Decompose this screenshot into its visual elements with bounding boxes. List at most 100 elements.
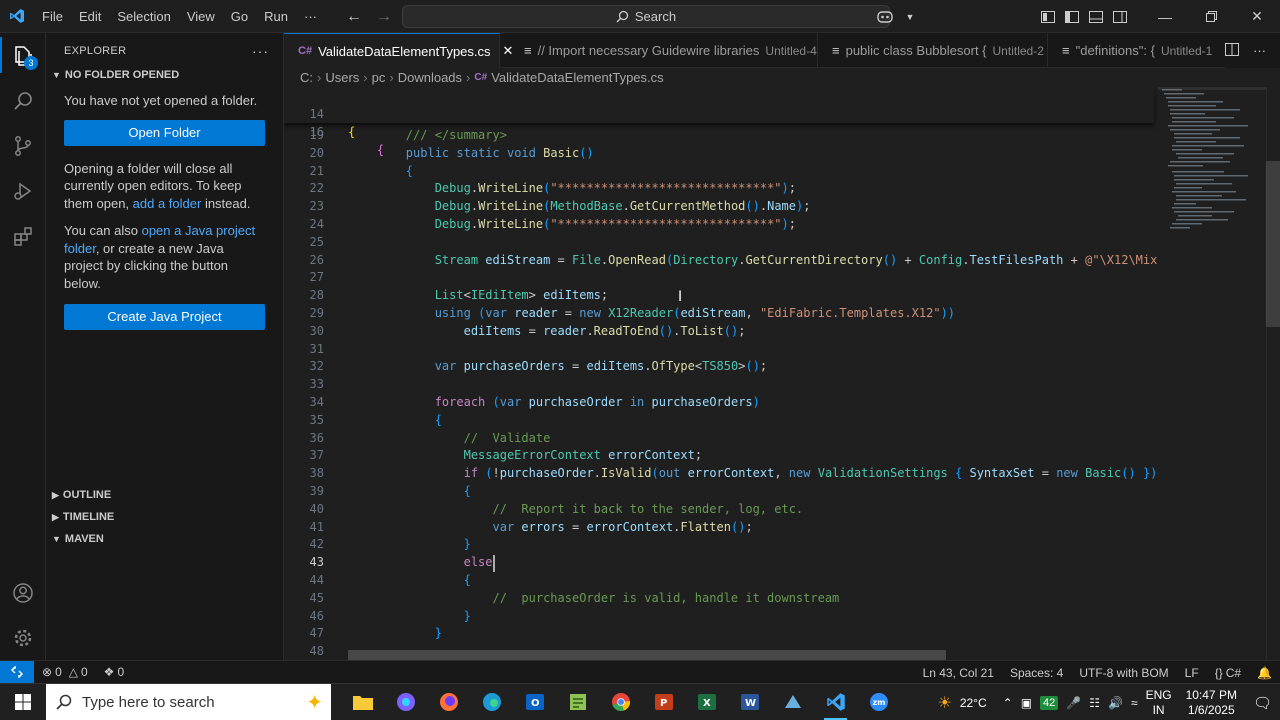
vscode-taskbar-icon[interactable] (814, 684, 857, 720)
code-line[interactable]: 41 var errors = errorContext.Flatten(); (284, 518, 1154, 536)
notifications-icon[interactable]: 🗨 (1253, 694, 1272, 712)
customize-layout-icon[interactable] (1036, 0, 1060, 33)
end-of-line[interactable]: LF (1177, 666, 1207, 680)
code-line[interactable]: 40 // Report it back to the sender, log,… (284, 500, 1154, 518)
tray-badge[interactable]: 42 (1040, 695, 1059, 710)
code-line[interactable]: 25 (284, 233, 1154, 251)
sticky-line[interactable]: 16 { (284, 105, 1154, 157)
menu-run[interactable]: Run (256, 0, 296, 33)
account-icon[interactable] (0, 570, 46, 615)
code-line[interactable]: 37 MessageErrorContext errorContext; (284, 446, 1154, 464)
editor-more-actions-icon[interactable]: ··· (1253, 43, 1266, 58)
more-actions-icon[interactable]: ··· (252, 43, 269, 59)
code-line[interactable]: 27 (284, 268, 1154, 286)
toggle-secondary-sidebar-icon[interactable] (1108, 0, 1132, 33)
add-folder-link[interactable]: add a folder (133, 196, 202, 211)
code-line[interactable]: 45 // purchaseOrder is valid, handle it … (284, 589, 1154, 607)
toggle-primary-sidebar-icon[interactable] (1060, 0, 1084, 33)
no-folder-section-header[interactable]: ▼ NO FOLDER OPENED (46, 68, 283, 82)
command-center-search[interactable]: Search (402, 5, 890, 28)
file-explorer-icon[interactable] (341, 684, 384, 720)
tab-untitled-1[interactable]: ≡ "definitions": { Untitled-1 (1048, 33, 1228, 68)
close-window-button[interactable]: ✕ (1234, 0, 1280, 33)
cursor-position[interactable]: Ln 43, Col 21 (915, 666, 1002, 680)
code-line[interactable]: 38 if (!purchaseOrder.IsValid(out errorC… (284, 464, 1158, 482)
code-line[interactable]: 32 var purchaseOrders = ediItems.OfType<… (284, 357, 1154, 375)
breadcrumb-item[interactable]: C: (300, 70, 313, 85)
vertical-scrollbar-thumb[interactable] (1266, 161, 1280, 327)
breadcrumb-item[interactable]: Users (325, 70, 359, 85)
minimap[interactable] (1158, 87, 1268, 660)
run-debug-icon[interactable] (0, 168, 46, 213)
network-icon[interactable]: ☷ (1089, 696, 1100, 710)
tab-validate-data-element-types[interactable]: C# ValidateDataElementTypes.cs ✕ (284, 33, 513, 68)
timeline-section-header[interactable]: ▶ TIMELINE (46, 506, 284, 528)
source-control-icon[interactable] (0, 123, 46, 168)
menu-edit[interactable]: Edit (71, 0, 109, 33)
split-editor-icon[interactable] (1225, 42, 1239, 59)
excel-icon[interactable]: X (685, 684, 728, 720)
display-icon[interactable]: ▣ (1021, 696, 1032, 710)
code-line[interactable]: 28 List<IEdiItem> ediItems; (284, 286, 1154, 304)
copilot-icon[interactable] (868, 0, 902, 33)
menu-view[interactable]: View (179, 0, 223, 33)
ports-indicator[interactable]: ❖ 0 (96, 665, 132, 679)
breadcrumb-item[interactable]: Downloads (398, 70, 462, 85)
code-line[interactable]: 21 { (284, 162, 1154, 180)
code-line[interactable]: 35 { (284, 411, 1154, 429)
code-line[interactable]: 23 Debug.WriteLine(MethodBase.GetCurrent… (284, 197, 1154, 215)
app-icon[interactable] (771, 684, 814, 720)
code-line[interactable]: 22 Debug.WriteLine("********************… (284, 179, 1154, 197)
create-java-project-button[interactable]: Create Java Project (64, 304, 265, 330)
menu-selection[interactable]: Selection (109, 0, 178, 33)
tab-untitled-2[interactable]: ≡ public class Bubblesort { Untitled-2 (818, 33, 1048, 68)
taskbar-search-box[interactable]: Type here to search ✦ (46, 683, 331, 720)
code-line[interactable]: 43 else (284, 553, 1154, 571)
code-line[interactable]: 19 /// </summary> (284, 126, 1154, 144)
outlook-icon[interactable]: O (513, 684, 556, 720)
code-line[interactable]: 33 (284, 375, 1154, 393)
restore-button[interactable] (1188, 0, 1234, 33)
remote-indicator-icon[interactable] (0, 660, 34, 684)
chrome-icon[interactable] (599, 684, 642, 720)
vertical-scrollbar[interactable] (1266, 87, 1280, 660)
explorer-icon[interactable]: 3 (0, 33, 46, 78)
code-line[interactable]: 42 } (284, 535, 1154, 553)
code-line[interactable]: 24 Debug.WriteLine("********************… (284, 215, 1154, 233)
weather-icon[interactable]: ☀ (937, 693, 951, 713)
code-line[interactable]: 31 (284, 340, 1154, 358)
problems-indicator[interactable]: ⊗ 0 △ 0 (34, 665, 96, 679)
notifications-bell-icon[interactable]: 🔔 (1249, 666, 1280, 680)
language-indicator[interactable]: ENG IN (1146, 688, 1172, 718)
volume-icon[interactable]: 🔊 (1108, 696, 1123, 710)
breadcrumb-item[interactable]: pc (372, 70, 386, 85)
sticky-line[interactable]: 14 { (284, 87, 1154, 139)
clock[interactable]: 10:47 PM 1/6/2025 (1186, 688, 1237, 718)
chevron-up-icon[interactable]: ⌃ (1003, 696, 1013, 710)
language-mode[interactable]: {} C# (1207, 666, 1249, 680)
code-line[interactable]: 34 foreach (var purchaseOrder in purchas… (284, 393, 1154, 411)
search-view-icon[interactable] (0, 78, 46, 123)
code-line[interactable]: 30 ediItems = reader.ReadToEnd().ToList(… (284, 322, 1154, 340)
word-icon[interactable]: W (728, 684, 771, 720)
code-line[interactable]: 20 public static void Basic() (284, 144, 1154, 162)
code-line[interactable]: 39 { (284, 482, 1154, 500)
maven-section-header[interactable]: ▼ MAVEN (46, 528, 284, 550)
forward-arrow-icon[interactable]: → (376, 8, 392, 26)
breadcrumb-item[interactable]: ValidateDataElementTypes.cs (491, 70, 663, 85)
copilot-app-icon[interactable] (384, 684, 427, 720)
code-line[interactable]: 36 // Validate (284, 429, 1154, 447)
weather-temp[interactable]: 22°C (960, 696, 987, 710)
zoom-icon[interactable]: zm (857, 684, 900, 720)
notepad-plus-icon[interactable] (556, 684, 599, 720)
open-folder-button[interactable]: Open Folder (64, 119, 265, 146)
edge-icon[interactable] (470, 684, 513, 720)
menu-go[interactable]: Go (223, 0, 256, 33)
toggle-panel-icon[interactable] (1084, 0, 1108, 33)
powerpoint-icon[interactable]: P (642, 684, 685, 720)
microphone-icon[interactable]: 🎤 (1066, 696, 1081, 710)
sticky-scroll[interactable]: 14 { 16 { (284, 87, 1154, 157)
code-line[interactable]: 47 } (284, 624, 1154, 642)
back-arrow-icon[interactable]: ← (346, 8, 362, 26)
indentation[interactable]: Spaces: 4 (1002, 666, 1071, 680)
